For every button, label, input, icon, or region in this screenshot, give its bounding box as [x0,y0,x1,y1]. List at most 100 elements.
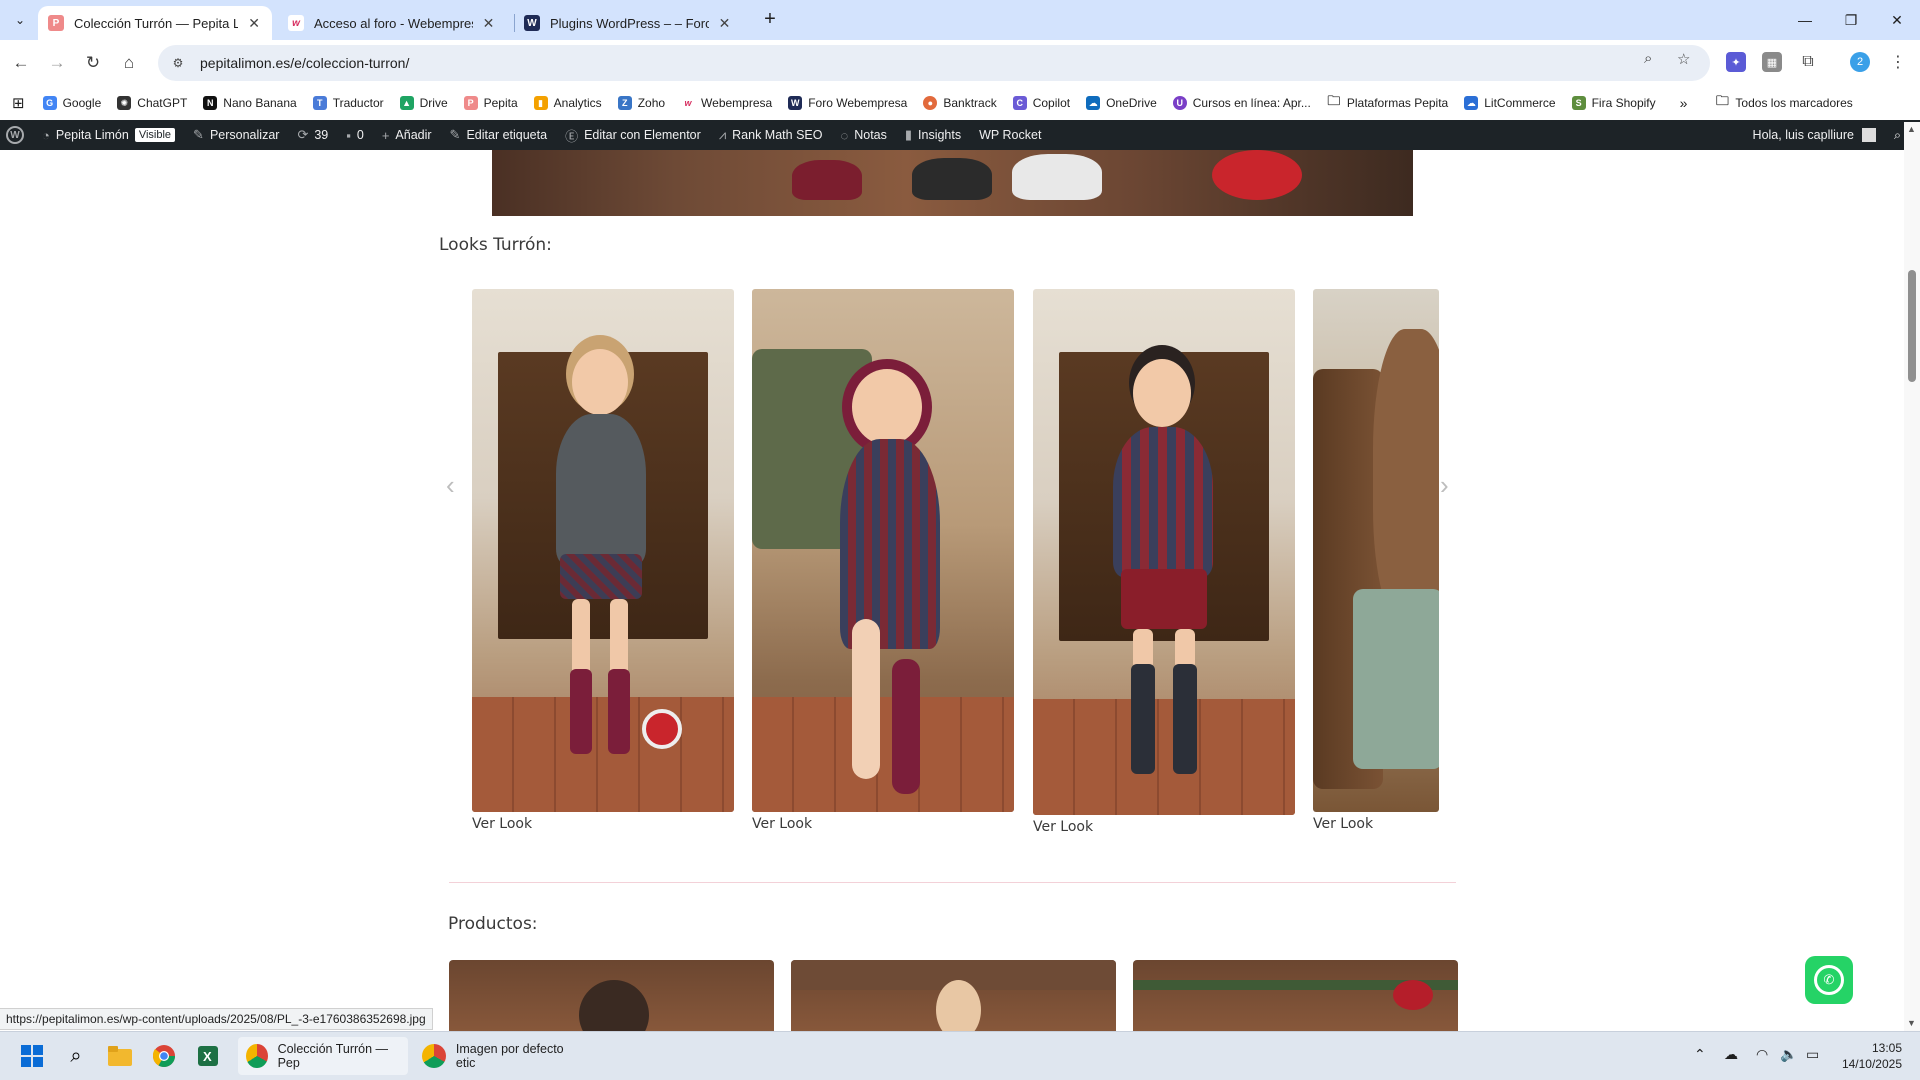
bookmark-pepita[interactable]: P Pepita [463,96,518,110]
wp-edit-elementor[interactable]: Ⓔ Editar con Elementor [556,120,710,150]
wp-add-new[interactable]: + Añadir [373,120,441,150]
carousel-prev-chevron-icon[interactable]: ‹ [446,470,455,501]
wp-updates[interactable]: ⟳ 39 [288,120,337,150]
taskbar-app-imagen[interactable]: Imagen por defecto etic [414,1037,594,1075]
close-tab-icon[interactable]: ✕ [481,15,496,32]
chrome-icon[interactable] [150,1042,178,1070]
wp-insights[interactable]: ▮ Insights [896,120,970,150]
wp-rocket[interactable]: WP Rocket [970,120,1050,150]
reload-icon[interactable]: ↻ [80,50,106,76]
tray-chevron-up-icon[interactable]: ⌃ [1694,1046,1706,1063]
bookmark-star-icon[interactable]: ☆ [1677,50,1690,68]
plus-icon: + [381,127,390,143]
tab-search-chevron-icon[interactable]: ⌄ [8,8,32,32]
tab-coleccion-turron[interactable]: P Colección Turrón — Pepita Limón ✕ [38,6,272,40]
battery-icon[interactable]: ▭ [1806,1046,1819,1063]
bookmark-copilot[interactable]: C Copilot [1012,96,1070,110]
bookmark-onedrive[interactable]: ☁ OneDrive [1086,96,1157,110]
home-icon[interactable]: ⌂ [116,50,142,76]
wordpress-logo-icon[interactable]: W [0,120,33,150]
bookmark-traductor[interactable]: T Traductor [312,96,384,110]
close-window-icon[interactable]: ✕ [1874,6,1920,34]
whatsapp-chat-button[interactable]: ✆ [1805,956,1853,1004]
product-image[interactable] [791,960,1116,1031]
site-info-icon[interactable]: ⚙ [168,56,188,70]
search-icon[interactable]: ⌕ [62,1042,90,1070]
svg-text:X: X [203,1049,212,1064]
bookmark-nano-banana[interactable]: N Nano Banana [203,96,297,110]
apps-grid-icon[interactable]: ⊞ [12,94,25,112]
extensions-puzzle-icon[interactable]: ⧉ [1798,52,1818,72]
wp-edit-tag[interactable]: ✎ Editar etiqueta [441,120,557,150]
look-caption[interactable]: Ver Look [752,816,1014,832]
look-caption[interactable]: Ver Look [1033,819,1295,835]
forward-arrow-icon[interactable]: → [44,50,70,76]
close-tab-icon[interactable]: ✕ [717,15,732,32]
scroll-up-arrow-icon[interactable]: ▲ [1907,124,1916,134]
taskbar-app-coleccion[interactable]: Colección Turrón — Pep [238,1037,408,1075]
wp-comments[interactable]: ▪ 0 [337,120,373,150]
bookmark-banktrack[interactable]: ● Banktrack [923,96,997,110]
close-tab-icon[interactable]: ✕ [246,15,262,32]
wp-rank-math[interactable]: ⩘ Rank Math SEO [710,120,832,150]
tab-acceso-foro[interactable]: w Acceso al foro - Webempresa Eu ✕ [278,6,506,40]
bookmark-drive[interactable]: ▲ Drive [399,96,448,110]
scrollbar-thumb[interactable] [1908,270,1916,382]
foro-webempresa-icon: W [788,96,803,110]
profile-avatar[interactable]: 2 [1850,52,1870,72]
bookmark-webempresa[interactable]: w Webempresa [681,96,772,110]
wp-account[interactable]: Hola, luis caplliure [1744,120,1885,150]
look-caption[interactable]: Ver Look [472,816,734,832]
product-image[interactable] [1133,960,1458,1031]
scroll-down-arrow-icon[interactable]: ▼ [1907,1018,1916,1028]
wp-site-name[interactable]: ◔ Pepita Limón Visible [33,120,184,150]
extension-icon[interactable]: ✦ [1726,52,1746,72]
wp-customize[interactable]: ✎ Personalizar [184,120,288,150]
looks-section-title: Looks Turrón: [439,235,552,255]
more-bookmarks-chevron-icon[interactable]: » [1680,95,1688,111]
file-explorer-folder-icon[interactable] [106,1042,134,1070]
bookmark-litcommerce[interactable]: ☁ LitCommerce [1464,96,1556,110]
bookmark-fira-shopify[interactable]: S Fira Shopify [1571,96,1656,110]
system-clock[interactable]: 13:05 14/10/2025 [1842,1040,1902,1072]
all-bookmarks-folder[interactable]: 🗀 Todos los marcadores [1715,93,1853,110]
look-card[interactable]: Ver Look [472,289,734,832]
page-scrollbar[interactable]: ▲ ▼ [1904,122,1920,1031]
onedrive-cloud-icon[interactable]: ☁ [1724,1046,1738,1063]
look-photo[interactable] [1313,289,1439,812]
look-card[interactable]: Ver Look [752,289,1014,832]
minimize-icon[interactable]: — [1782,6,1828,34]
tab-plugins-wordpress[interactable]: W Plugins WordPress – – Foro Web ✕ [514,6,742,40]
bookmark-zoho[interactable]: Z Zoho [617,96,665,110]
excel-icon[interactable]: X [194,1042,222,1070]
look-card[interactable]: Ver Look [1033,289,1295,835]
bookmark-analytics[interactable]: ▮ Analytics [533,96,602,110]
chrome-icon [422,1044,446,1068]
look-photo[interactable] [1033,289,1295,815]
new-tab-plus-icon[interactable]: + [758,8,782,31]
bookmark-foro-webempresa[interactable]: W Foro Webempresa [788,96,907,110]
pepita-favicon-icon: P [48,15,64,31]
look-caption[interactable]: Ver Look [1313,816,1439,832]
wp-notes[interactable]: ◌ Notas [831,120,895,150]
zoom-icon[interactable]: ⌕ [1644,50,1652,67]
windows-start-icon[interactable] [18,1042,46,1070]
bookmark-google[interactable]: G Google [42,96,101,110]
carousel-next-chevron-icon[interactable]: › [1440,470,1449,501]
look-card[interactable]: Ver Look [1313,289,1439,832]
webempresa-icon: w [681,96,696,110]
bookmark-plataformas-pepita[interactable]: 🗀 Plataformas Pepita [1327,93,1448,110]
extension-grid-icon[interactable]: ▦ [1762,52,1782,72]
volume-icon[interactable]: 🔈 [1780,1046,1797,1063]
address-bar[interactable]: ⚙ pepitalimon.es/e/coleccion-turron/ [158,45,1710,81]
look-photo[interactable] [472,289,734,812]
look-photo[interactable] [752,289,1014,812]
product-image[interactable] [449,960,774,1031]
wifi-icon[interactable]: ◠ [1756,1046,1768,1063]
analytics-icon: ▮ [533,96,548,110]
bookmark-chatgpt[interactable]: ✺ ChatGPT [117,96,187,110]
back-arrow-icon[interactable]: ← [8,50,34,76]
bookmark-cursos[interactable]: U Cursos en línea: Apr... [1172,96,1311,110]
restore-icon[interactable]: ❐ [1828,6,1874,34]
browser-menu-icon[interactable]: ⋮ [1888,52,1908,72]
